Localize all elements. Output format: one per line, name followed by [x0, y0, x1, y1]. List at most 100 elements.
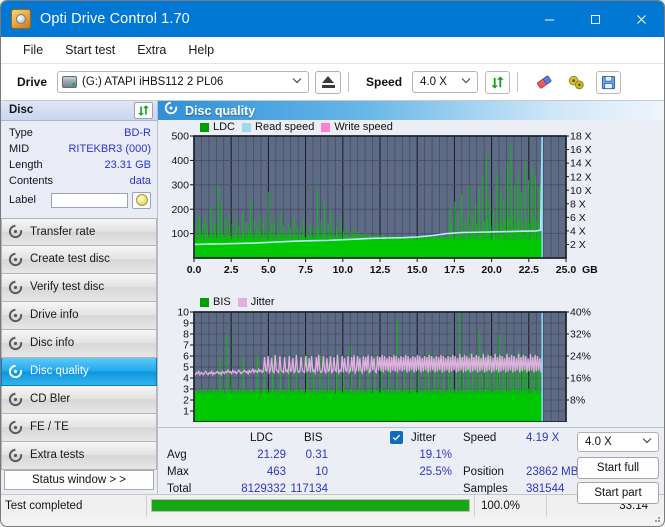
- disc-icon: [8, 364, 23, 379]
- menu-file[interactable]: File: [12, 40, 54, 60]
- svg-text:1: 1: [183, 406, 189, 418]
- svg-text:2 X: 2 X: [570, 239, 586, 251]
- stats-avg-ldc: 21.29: [257, 449, 286, 461]
- menu-extra[interactable]: Extra: [126, 40, 177, 60]
- drive-select[interactable]: (G:) ATAPI iHBS112 2 PL06: [57, 71, 310, 93]
- legend-label-write-speed: Write speed: [334, 121, 393, 133]
- disc-type-value: BD-R: [124, 126, 151, 139]
- disc-label-button[interactable]: [132, 191, 151, 209]
- sidebar-item-label: Verify test disc: [30, 281, 105, 293]
- sidebar-item-cd-bler[interactable]: CD Bler: [1, 385, 157, 414]
- svg-text:18 X: 18 X: [570, 131, 592, 143]
- sidebar-item-label: Disc quality: [30, 365, 89, 377]
- legend-label-bis: BIS: [213, 296, 231, 308]
- stats-total-ldc: 8129332: [241, 483, 286, 495]
- app-disc-icon: [11, 9, 31, 29]
- drive-label: Drive: [17, 75, 48, 89]
- sidebar-item-label: Disc info: [30, 337, 75, 349]
- jitter-checkbox[interactable]: [390, 431, 403, 444]
- sidebar-item-fe-te[interactable]: FE / TE: [1, 413, 157, 442]
- settings-button[interactable]: [564, 71, 589, 94]
- jitter-label: Jitter: [411, 432, 436, 444]
- disc-label-row: Label: [9, 191, 151, 209]
- chart1-legend: LDC Read speed Write speed: [200, 121, 396, 133]
- position-stat-label: Position: [463, 466, 504, 478]
- samples-stat-label: Samples: [463, 483, 508, 495]
- sidebar-item-disc-info[interactable]: Disc info: [1, 329, 157, 358]
- drive-icon: [62, 76, 78, 88]
- disc-type-label: Type: [9, 126, 33, 139]
- svg-text:14 X: 14 X: [570, 158, 592, 170]
- disc-info-row-length: Length 23.31 GB: [9, 157, 151, 173]
- disc-label-input[interactable]: [51, 192, 128, 208]
- sidebar-item-extra-tests[interactable]: Extra tests: [1, 441, 157, 470]
- sidebar-item-create-test-disc[interactable]: Create test disc: [1, 245, 157, 274]
- panel-title: Disc quality: [185, 103, 256, 118]
- resize-grip-icon[interactable]: [651, 513, 661, 523]
- svg-text:0.0: 0.0: [187, 264, 202, 276]
- svg-text:40%: 40%: [570, 307, 591, 319]
- start-full-button[interactable]: Start full: [577, 457, 659, 479]
- stats-max-ldc: 463: [266, 466, 286, 478]
- svg-text:4: 4: [183, 373, 189, 385]
- refresh-icon: [491, 75, 504, 89]
- checkbox-checked-icon: [390, 431, 403, 444]
- minimize-icon[interactable]: [526, 1, 572, 37]
- eject-button[interactable]: [315, 70, 342, 94]
- svg-text:12.5: 12.5: [370, 264, 391, 276]
- svg-text:32%: 32%: [570, 329, 591, 341]
- sidebar-item-transfer-rate[interactable]: Transfer rate: [1, 217, 157, 246]
- svg-text:200: 200: [171, 204, 189, 216]
- svg-text:20.0: 20.0: [481, 264, 502, 276]
- title-bar: Opti Drive Control 1.70: [1, 1, 664, 37]
- eject-icon: [322, 76, 335, 83]
- erase-button[interactable]: [532, 71, 557, 94]
- disc-icon: [8, 392, 23, 407]
- disc-mid-value: RITEKBR3 (000): [68, 142, 151, 155]
- svg-text:15.0: 15.0: [407, 264, 428, 276]
- toolbar: Drive (G:) ATAPI iHBS112 2 PL06 Speed 4.…: [1, 64, 664, 101]
- menu-help[interactable]: Help: [177, 40, 225, 60]
- app-window: Opti Drive Control 1.70 File Start test …: [0, 0, 665, 527]
- gears-icon: [568, 75, 584, 89]
- save-button[interactable]: [596, 70, 622, 94]
- svg-text:300: 300: [171, 179, 189, 191]
- speed-select[interactable]: 4.0 X: [412, 71, 479, 93]
- disc-refresh-button[interactable]: [134, 101, 153, 119]
- menu-start-test[interactable]: Start test: [54, 40, 126, 60]
- progress-fill: [152, 500, 469, 511]
- sidebar-nav: Transfer rate Create test disc Verify te…: [1, 217, 157, 470]
- disc-icon: [8, 420, 23, 435]
- progress-container: [147, 495, 474, 517]
- panel-header: Disc quality: [158, 101, 664, 120]
- speed-stat-value: 4.19 X: [526, 432, 560, 444]
- refresh-button[interactable]: [485, 70, 511, 94]
- maximize-icon[interactable]: [572, 1, 618, 37]
- disc-info: Type BD-R MID RITEKBR3 (000) Length 23.3…: [1, 121, 157, 213]
- test-speed-value: 4.0 X: [585, 436, 612, 448]
- disc-info-row-type: Type BD-R: [9, 125, 151, 141]
- jitter-max: 25.5%: [419, 466, 452, 478]
- start-part-button[interactable]: Start part: [577, 482, 659, 504]
- sidebar-item-disc-quality[interactable]: Disc quality: [1, 357, 157, 386]
- stats-panel: LDC BIS Avg Max Total 21.29 463 8129332 …: [158, 427, 664, 504]
- sidebar-item-label: FE / TE: [30, 421, 69, 433]
- disc-contents-value: data: [129, 174, 151, 187]
- sidebar-item-drive-info[interactable]: Drive info: [1, 301, 157, 330]
- legend-swatch-ldc: [200, 122, 209, 132]
- sidebar-item-verify-test-disc[interactable]: Verify test disc: [1, 273, 157, 302]
- sidebar-item-label: Extra tests: [30, 449, 85, 461]
- refresh-icon: [138, 104, 149, 116]
- disc-icon: [8, 308, 23, 323]
- disc-icon: [8, 280, 23, 295]
- svg-text:10.0: 10.0: [333, 264, 354, 276]
- test-speed-select[interactable]: 4.0 X: [577, 432, 659, 452]
- status-window-button[interactable]: Status window > >: [4, 469, 154, 490]
- disc-quality-charts: 100 200 300 400 500 2 X 4 X6 X 8 X10 X 12 X14 X 1…: [171, 131, 598, 440]
- disc-panel-header: Disc: [1, 101, 157, 121]
- disc-quality-icon: [164, 101, 178, 120]
- close-icon[interactable]: [618, 1, 664, 37]
- window-controls: [526, 1, 664, 37]
- svg-text:3: 3: [183, 384, 189, 396]
- svg-text:8: 8: [183, 329, 189, 341]
